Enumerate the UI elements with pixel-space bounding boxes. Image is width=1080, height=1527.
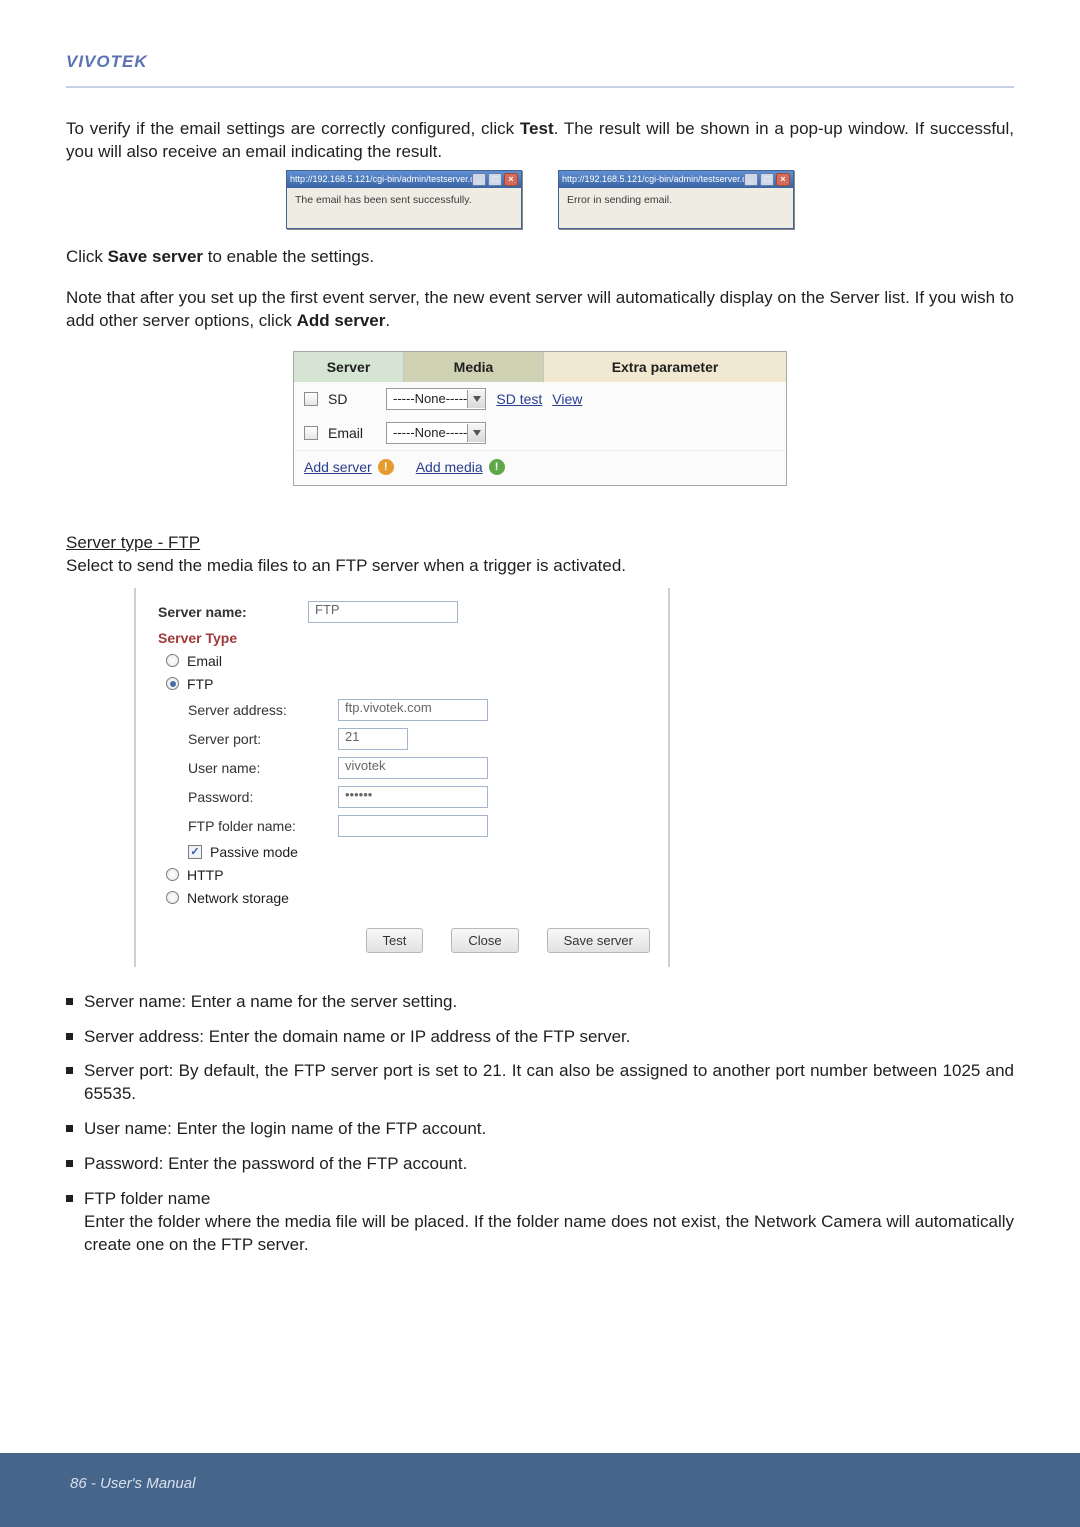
click-save-c: to enable the settings. — [203, 247, 374, 266]
bullet-ftp-folder-head: FTP folder name — [84, 1189, 210, 1208]
server-address-input[interactable]: ftp.vivotek.com — [338, 699, 488, 721]
minimize-icon[interactable]: _ — [744, 173, 758, 186]
test-button[interactable]: Test — [366, 928, 424, 953]
server-table: Server Media Extra parameter SD -----Non… — [293, 351, 787, 486]
radio-network-storage-label: Network storage — [187, 890, 289, 906]
server-table-footer: Add server ! Add media ! — [294, 450, 786, 485]
user-name-label: User name: — [188, 760, 338, 776]
popup-error-title: http://192.168.5.121/cgi-bin/admin/tests… — [562, 174, 744, 184]
radio-network-storage[interactable] — [166, 891, 179, 904]
click-save-b: Save server — [108, 247, 203, 266]
server-address-label: Server address: — [188, 702, 338, 718]
email-label: Email — [328, 425, 376, 441]
close-icon[interactable]: × — [504, 173, 518, 186]
popup-success-body: The email has been sent successfully. — [287, 188, 521, 228]
brand-label: VIVOTEK — [66, 52, 1014, 72]
table-row-email: Email -----None----- — [294, 416, 786, 450]
note-a: Note that after you set up the first eve… — [66, 288, 1014, 330]
minimize-icon[interactable]: _ — [472, 173, 486, 186]
bullet-ftp-folder: FTP folder name Enter the folder where t… — [66, 1188, 1014, 1257]
email-media-select-value: -----None----- — [393, 425, 467, 440]
email-media-select[interactable]: -----None----- — [386, 422, 486, 444]
bullet-user-name: User name: Enter the login name of the F… — [66, 1118, 1014, 1141]
popup-success-window: http://192.168.5.121/cgi-bin/admin/tests… — [286, 170, 522, 229]
header-rule — [66, 86, 1014, 88]
intro-test-word: Test — [520, 119, 554, 138]
section-sub: Select to send the media files to an FTP… — [66, 555, 1014, 578]
ftp-folder-label: FTP folder name: — [188, 818, 338, 834]
intro-text-a: To verify if the email settings are corr… — [66, 119, 520, 138]
passive-mode-checkbox[interactable]: ✓ — [188, 845, 202, 859]
bullet-server-name: Server name: Enter a name for the server… — [66, 991, 1014, 1014]
close-button[interactable]: Close — [451, 928, 518, 953]
radio-ftp[interactable] — [166, 677, 179, 690]
sd-media-select-value: -----None----- — [393, 391, 467, 406]
sd-view-link[interactable]: View — [552, 391, 582, 407]
radio-http-label: HTTP — [187, 867, 224, 883]
add-server-icon: ! — [378, 459, 394, 475]
col-media: Media — [404, 352, 544, 382]
sd-media-select[interactable]: -----None----- — [386, 388, 486, 410]
table-row-sd: SD -----None----- SD test View — [294, 382, 786, 416]
popup-error-body: Error in sending email. — [559, 188, 793, 228]
popup-error-titlebar: http://192.168.5.121/cgi-bin/admin/tests… — [559, 171, 793, 188]
radio-ftp-label: FTP — [187, 676, 213, 692]
footer-text: 86 - User's Manual — [70, 1475, 195, 1492]
add-media-link[interactable]: Add media — [416, 459, 483, 475]
intro-paragraph: To verify if the email settings are corr… — [66, 118, 1014, 164]
password-label: Password: — [188, 789, 338, 805]
popup-error-window: http://192.168.5.121/cgi-bin/admin/tests… — [558, 170, 794, 229]
note-c: . — [385, 311, 390, 330]
radio-http[interactable] — [166, 868, 179, 881]
ftp-form-panel: Server name: FTP Server Type Email FTP S… — [134, 588, 670, 967]
chevron-down-icon — [467, 390, 485, 408]
server-name-label: Server name: — [158, 604, 308, 620]
server-table-header: Server Media Extra parameter — [294, 352, 786, 382]
user-name-input[interactable]: vivotek — [338, 757, 488, 779]
sd-test-link[interactable]: SD test — [496, 391, 542, 407]
sd-label: SD — [328, 391, 376, 407]
save-server-button[interactable]: Save server — [547, 928, 650, 953]
col-extra: Extra parameter — [544, 352, 786, 382]
popup-success-titlebar: http://192.168.5.121/cgi-bin/admin/tests… — [287, 171, 521, 188]
radio-email-label: Email — [187, 653, 222, 669]
server-port-label: Server port: — [188, 731, 338, 747]
popup-success-title: http://192.168.5.121/cgi-bin/admin/tests… — [290, 174, 472, 184]
bullet-ftp-folder-body: Enter the folder where the media file wi… — [84, 1211, 1014, 1257]
maximize-icon[interactable]: □ — [760, 173, 774, 186]
passive-mode-label: Passive mode — [210, 844, 298, 860]
note-b: Add server — [297, 311, 386, 330]
form-button-bar: Test Close Save server — [158, 928, 650, 953]
radio-email[interactable] — [166, 654, 179, 667]
section-heading: Server type - FTP — [66, 532, 1014, 555]
close-icon[interactable]: × — [776, 173, 790, 186]
email-checkbox[interactable] — [304, 426, 318, 440]
maximize-icon[interactable]: □ — [488, 173, 502, 186]
chevron-down-icon — [467, 424, 485, 442]
note-line: Note that after you set up the first eve… — [66, 287, 1014, 333]
col-server: Server — [294, 352, 404, 382]
add-server-link[interactable]: Add server — [304, 459, 372, 475]
ftp-folder-input[interactable] — [338, 815, 488, 837]
server-port-input[interactable]: 21 — [338, 728, 408, 750]
bullet-list: Server name: Enter a name for the server… — [66, 991, 1014, 1257]
server-name-input[interactable]: FTP — [308, 601, 458, 623]
bullet-server-address: Server address: Enter the domain name or… — [66, 1026, 1014, 1049]
sd-checkbox[interactable] — [304, 392, 318, 406]
add-media-icon: ! — [489, 459, 505, 475]
popup-row: http://192.168.5.121/cgi-bin/admin/tests… — [66, 170, 1014, 229]
click-save-line: Click Save server to enable the settings… — [66, 246, 1014, 269]
click-save-a: Click — [66, 247, 108, 266]
bullet-password: Password: Enter the password of the FTP … — [66, 1153, 1014, 1176]
page-footer: 86 - User's Manual — [0, 1453, 1080, 1527]
password-input[interactable]: •••••• — [338, 786, 488, 808]
bullet-server-port: Server port: By default, the FTP server … — [66, 1060, 1014, 1106]
server-type-heading: Server Type — [158, 630, 237, 646]
